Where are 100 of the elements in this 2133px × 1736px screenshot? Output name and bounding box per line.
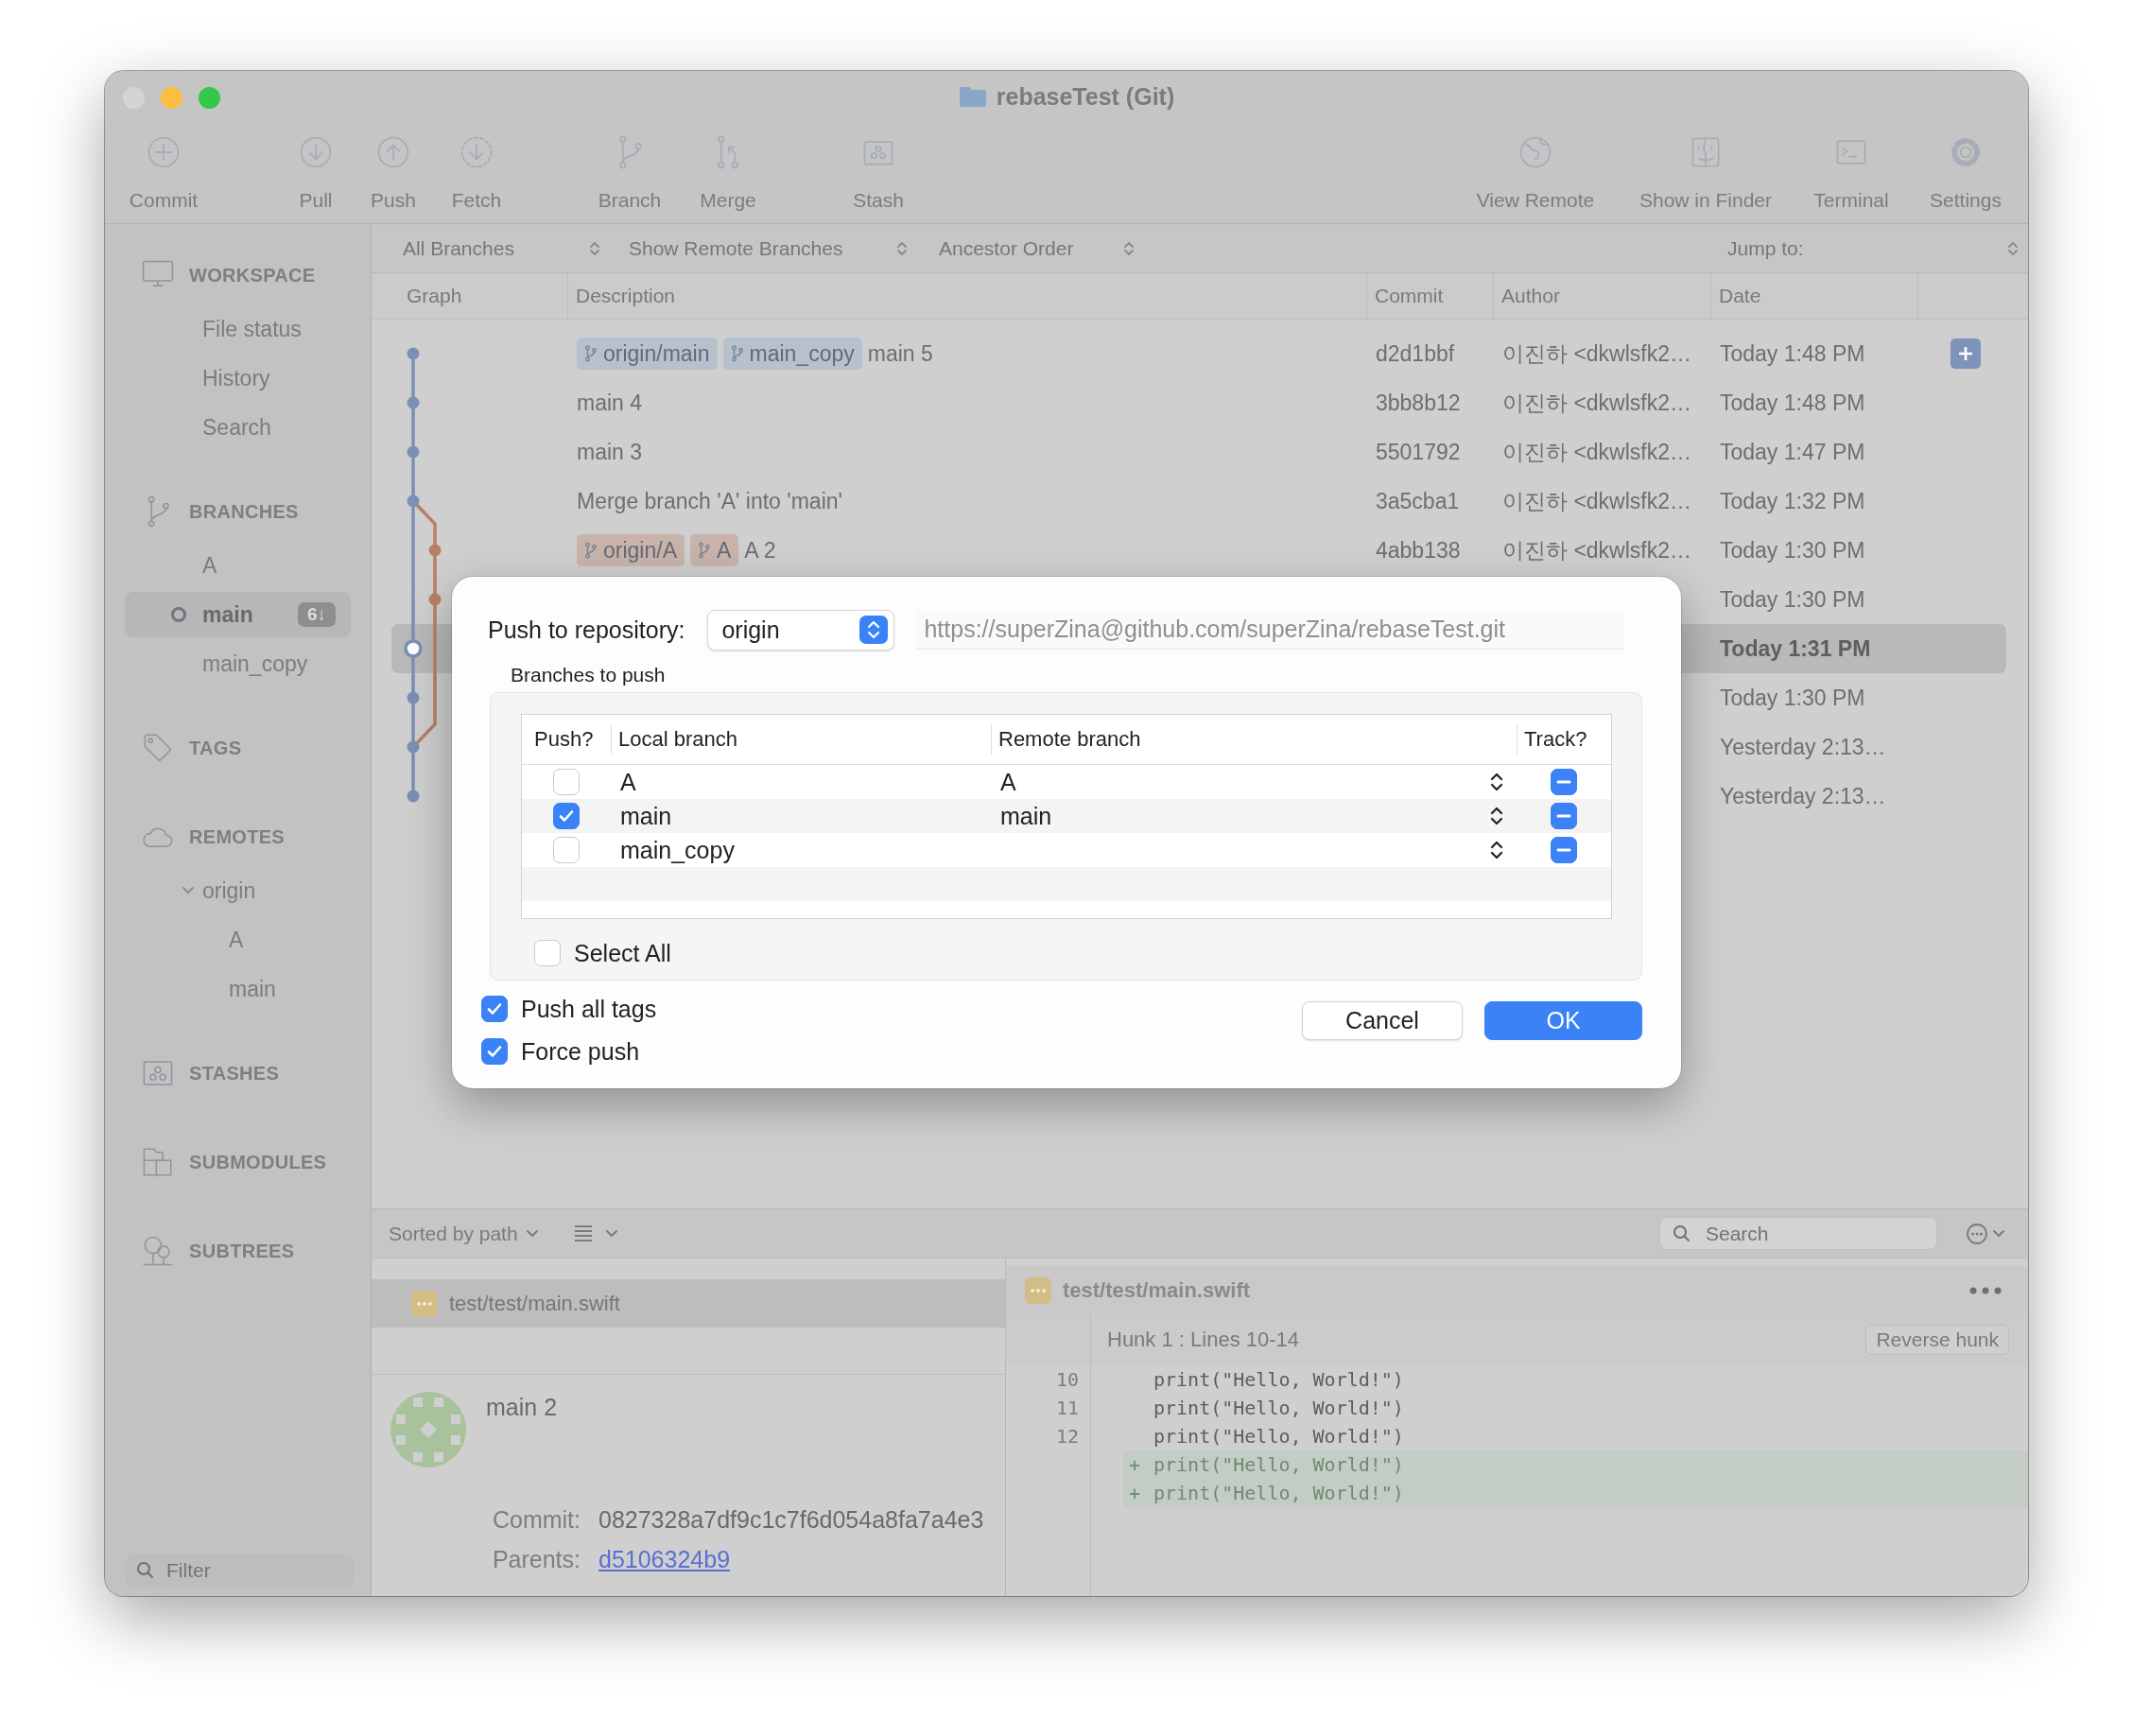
file-row[interactable]: test/test/main.swift xyxy=(372,1279,1005,1328)
list-icon xyxy=(572,1223,594,1244)
toolbar-button[interactable]: Show in Finder xyxy=(1630,131,1781,213)
disclosure-chevron-icon[interactable] xyxy=(182,886,195,895)
hunk-header: Hunk 1 : Lines 10-14 xyxy=(1107,1328,1300,1352)
column-header[interactable]: Graph xyxy=(372,273,568,319)
remote-branch-select[interactable]: main xyxy=(991,799,1517,833)
toolbar-button[interactable]: Push xyxy=(356,131,431,213)
commit-date: Today 1:47 PM xyxy=(1720,439,1865,465)
remote-branch-select[interactable]: A xyxy=(991,765,1517,799)
toolbar-button[interactable]: Merge xyxy=(690,131,766,213)
stepper-icon xyxy=(867,619,881,640)
sidebar-item[interactable]: main_copy xyxy=(125,639,351,688)
add-button[interactable] xyxy=(1951,339,1981,369)
branch-icon xyxy=(584,345,598,362)
sidebar-item[interactable]: A xyxy=(125,915,351,964)
column-header[interactable]: Commit xyxy=(1367,273,1494,319)
zoom-button[interactable] xyxy=(199,87,220,109)
branch-icon xyxy=(584,542,598,559)
column-header[interactable]: Description xyxy=(568,273,1367,319)
sidebar-item[interactable]: origin xyxy=(125,866,351,915)
local-branch-cell-text: main_copy xyxy=(619,836,736,864)
ok-button[interactable]: OK xyxy=(1484,1001,1642,1040)
checkmark-icon xyxy=(486,1000,503,1017)
track-checkbox[interactable] xyxy=(1551,769,1577,795)
commit-row[interactable]: main 3 5501792 이진하 <dkwlsfk2… Today 1:47 PM xyxy=(372,427,2006,477)
sort-popup[interactable]: Sorted by path xyxy=(389,1222,539,1245)
commit-message: main 5 xyxy=(867,340,933,367)
commit-hash: 5501792 xyxy=(1376,439,1461,465)
view-mode-popup[interactable] xyxy=(572,1223,618,1244)
sidebar-item[interactable]: main xyxy=(125,964,351,1014)
author-name: 이진하 <dkwlsfk2… xyxy=(1502,389,1691,417)
toolbar-button[interactable]: Stash xyxy=(841,131,916,213)
ellipsis-circle-icon xyxy=(1966,1222,1988,1245)
toolbar-button[interactable]: Commit xyxy=(126,131,201,213)
commit-hash: 3bb8b12 xyxy=(1376,390,1461,416)
column-header[interactable]: Date xyxy=(1711,273,1918,319)
more-options-button[interactable] xyxy=(1966,1222,2005,1245)
commit-node xyxy=(407,691,420,704)
reverse-hunk-button[interactable]: Reverse hunk xyxy=(1865,1325,2009,1355)
cancel-button[interactable]: Cancel xyxy=(1302,1001,1463,1040)
push-checkbox[interactable] xyxy=(553,803,580,829)
commit-row[interactable]: origin/A A A 2 4abb138 이진하 <dkwlsfk2… Today 1:30 PM xyxy=(372,526,2006,575)
section-header: SUBMODULES xyxy=(105,1133,371,1191)
sidebar-item[interactable]: File status xyxy=(125,304,351,354)
line-number: 11 xyxy=(1055,1397,1079,1419)
option-checkbox[interactable] xyxy=(481,996,508,1022)
window-title: rebaseTest (Git) xyxy=(958,82,1175,111)
toolbar-button[interactable]: Pull xyxy=(278,131,354,213)
toolbar-button[interactable]: View Remote xyxy=(1469,131,1602,213)
field-value: 0827328a7df9c1c7f6d054a8fa7a4e3 xyxy=(598,1505,984,1534)
author-name: 이진하 <dkwlsfk2… xyxy=(1502,487,1691,515)
filter-popup[interactable]: Ancestor Order xyxy=(939,231,1142,266)
filter-popup[interactable]: All Branches xyxy=(403,231,608,266)
filter-field[interactable]: Filter xyxy=(125,1554,354,1587)
select-all-checkbox[interactable] xyxy=(534,940,561,966)
toolbar-button[interactable]: Settings xyxy=(1918,131,2013,213)
commit-hash: 4abb138 xyxy=(1376,537,1461,564)
more-button[interactable] xyxy=(1969,1286,2002,1294)
ellipsis-icon xyxy=(1969,1286,2002,1294)
commit-row[interactable]: Merge branch 'A' into 'main' 3a5cba1 이진하 <dkwlsfk2… Today 1:32 PM xyxy=(372,477,2006,526)
modified-file-icon xyxy=(411,1290,438,1317)
option-checkbox[interactable] xyxy=(481,1038,508,1065)
sidebar-item[interactable]: Search xyxy=(125,403,351,452)
commit-node xyxy=(404,639,423,658)
track-checkbox[interactable] xyxy=(1551,837,1577,863)
field-label: Commit: xyxy=(491,1505,581,1534)
filter-popup[interactable]: Show Remote Branches xyxy=(629,231,915,266)
field-label: Parents: xyxy=(491,1545,581,1573)
section-header: STASHES xyxy=(105,1044,371,1102)
toolbar-button[interactable]: Branch xyxy=(592,131,668,213)
column-header: Remote branch xyxy=(991,724,1517,755)
parent-commit-link[interactable]: d5106324b9 xyxy=(598,1545,731,1573)
sidebar-item[interactable]: A xyxy=(125,541,351,590)
checkbox-label: Push all tags xyxy=(521,995,657,1023)
line-number: 12 xyxy=(1055,1425,1079,1448)
commit-node xyxy=(428,593,442,606)
commit-row[interactable]: main 4 3bb8b12 이진하 <dkwlsfk2… Today 1:48 PM xyxy=(372,378,2006,427)
push-checkbox[interactable] xyxy=(553,769,580,795)
search-field[interactable]: Search xyxy=(1659,1217,1937,1250)
commit-date: Today 1:31 PM xyxy=(1720,635,1871,662)
diff-marker: + xyxy=(1129,1453,1141,1476)
search-icon xyxy=(1673,1224,1691,1243)
local-branch-cell-text: main xyxy=(619,802,673,830)
file-path: test/test/main.swift xyxy=(449,1291,620,1316)
sidebar-item[interactable]: History xyxy=(125,354,351,403)
push-checkbox[interactable] xyxy=(553,837,580,863)
commit-hash: 3a5cba1 xyxy=(1376,488,1460,514)
commit-row[interactable]: origin/main main_copy main 5 d2d1bbf 이진하 <dkwlsfk2… Today 1:48 PM xyxy=(372,329,2006,378)
folder-icon xyxy=(958,85,987,108)
toolbar-button[interactable]: Terminal xyxy=(1804,131,1899,213)
sidebar-item[interactable]: main 6↓ xyxy=(125,592,351,637)
repository-select[interactable]: origin xyxy=(707,609,895,651)
author-name: 이진하 <dkwlsfk2… xyxy=(1502,339,1691,368)
commit-node xyxy=(407,790,420,803)
column-header[interactable]: Author xyxy=(1494,273,1711,319)
section-header: TAGS xyxy=(105,719,371,777)
track-checkbox[interactable] xyxy=(1551,803,1577,829)
toolbar-button[interactable]: Fetch xyxy=(439,131,514,213)
diff-file-path: test/test/main.swift xyxy=(1063,1277,1251,1303)
